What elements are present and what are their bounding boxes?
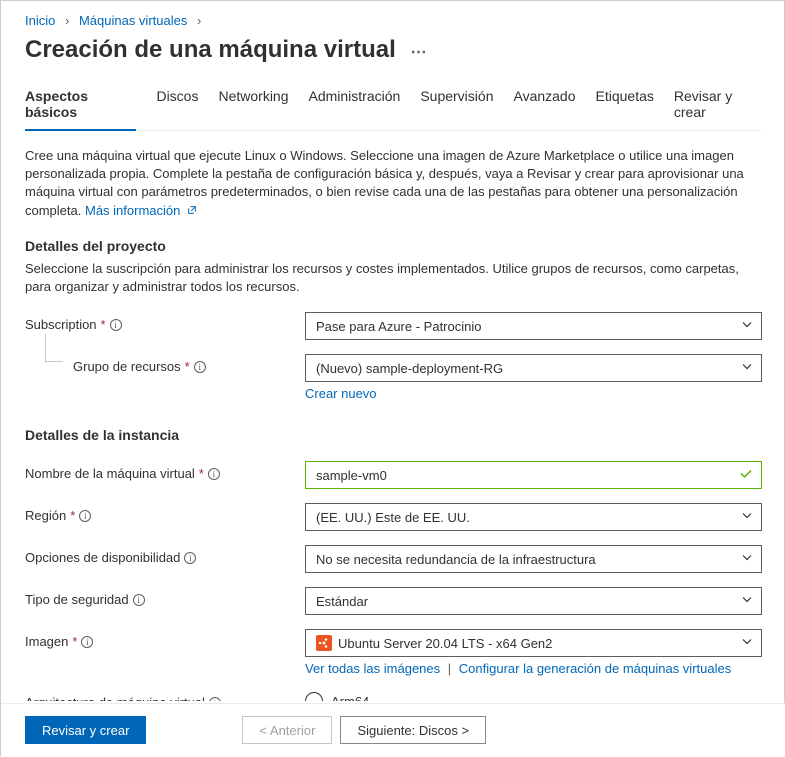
resource-group-label: Grupo de recursos * i — [25, 354, 305, 374]
external-link-icon — [187, 202, 197, 212]
resource-group-select[interactable]: (Nuevo) sample-deployment-RG — [305, 354, 762, 382]
info-icon[interactable]: i — [184, 552, 196, 564]
chevron-down-icon — [741, 594, 753, 609]
required-indicator: * — [199, 466, 204, 481]
chevron-down-icon — [741, 361, 753, 376]
create-new-rg-link[interactable]: Crear nuevo — [305, 386, 377, 401]
required-indicator: * — [185, 359, 190, 374]
security-label-text: Tipo de seguridad — [25, 592, 129, 607]
breadcrumb-separator: › — [65, 13, 69, 28]
info-icon[interactable]: i — [79, 510, 91, 522]
tab-review[interactable]: Revisar y crear — [674, 80, 762, 130]
availability-select[interactable]: No se necesita redundancia de la infraes… — [305, 545, 762, 573]
required-indicator: * — [70, 508, 75, 523]
breadcrumb-separator: › — [197, 13, 201, 28]
next-button[interactable]: Siguiente: Discos > — [340, 716, 486, 744]
page-title-text: Creación de una máquina virtual — [25, 36, 396, 63]
availability-label-text: Opciones de disponibilidad — [25, 550, 180, 565]
architecture-label-text: Arquitectura de máquina virtual — [25, 695, 205, 701]
vm-name-input[interactable]: sample-vm0 — [305, 461, 762, 489]
configure-gen-link[interactable]: Configurar la generación de máquinas vir… — [459, 661, 731, 676]
region-label: Región * i — [25, 503, 305, 523]
security-value: Estándar — [316, 594, 368, 609]
tab-monitoring[interactable]: Supervisión — [420, 80, 493, 130]
arch-arm64-label: Arm64 — [331, 694, 369, 701]
tab-management[interactable]: Administración — [309, 80, 401, 130]
link-separator: | — [448, 661, 451, 676]
tab-basics[interactable]: Aspectos básicos — [25, 80, 136, 130]
subscription-value: Pase para Azure - Patrocinio — [316, 319, 481, 334]
tab-disks[interactable]: Discos — [156, 80, 198, 130]
indent-line — [45, 334, 63, 362]
see-all-images-link[interactable]: Ver todas las imágenes — [305, 661, 440, 676]
review-create-button[interactable]: Revisar y crear — [25, 716, 146, 744]
resource-group-value: (Nuevo) sample-deployment-RG — [316, 361, 503, 376]
resource-group-label-text: Grupo de recursos — [73, 359, 181, 374]
previous-button[interactable]: < Anterior — [242, 716, 332, 744]
architecture-radio-group: Arm64 x64 — [305, 690, 762, 701]
vm-name-value: sample-vm0 — [316, 468, 387, 483]
region-select[interactable]: (EE. UU.) Este de EE. UU. — [305, 503, 762, 531]
tab-advanced[interactable]: Avanzado — [513, 80, 575, 130]
arch-arm64-radio[interactable]: Arm64 — [305, 692, 762, 701]
info-icon[interactable]: i — [110, 319, 122, 331]
instance-details-title: Detalles de la instancia — [25, 427, 762, 443]
check-icon — [739, 467, 753, 484]
security-select[interactable]: Estándar — [305, 587, 762, 615]
chevron-down-icon — [741, 636, 753, 651]
architecture-label: Arquitectura de máquina virtual i — [25, 690, 305, 701]
page-title: Creación de una máquina virtual ⋯ — [25, 36, 762, 64]
tab-tags[interactable]: Etiquetas — [596, 80, 654, 130]
info-icon[interactable]: i — [194, 361, 206, 373]
info-icon[interactable]: i — [209, 697, 221, 701]
radio-icon — [305, 692, 323, 701]
vm-name-label: Nombre de la máquina virtual * i — [25, 461, 305, 481]
subscription-label: Subscription * i — [25, 312, 305, 332]
subscription-select[interactable]: Pase para Azure - Patrocinio — [305, 312, 762, 340]
availability-value: No se necesita redundancia de la infraes… — [316, 552, 596, 567]
info-icon[interactable]: i — [81, 636, 93, 648]
project-details-desc: Seleccione la suscripción para administr… — [25, 260, 762, 296]
region-value: (EE. UU.) Este de EE. UU. — [316, 510, 470, 525]
tabs: Aspectos básicos Discos Networking Admin… — [25, 80, 762, 131]
breadcrumb-home[interactable]: Inicio — [25, 13, 55, 28]
image-select[interactable]: Ubuntu Server 20.04 LTS - x64 Gen2 — [305, 629, 762, 657]
chevron-down-icon — [741, 552, 753, 567]
security-label: Tipo de seguridad i — [25, 587, 305, 607]
more-info-link[interactable]: Más información — [85, 203, 197, 218]
breadcrumb-vms[interactable]: Máquinas virtuales — [79, 13, 187, 28]
required-indicator: * — [101, 317, 106, 332]
required-indicator: * — [72, 634, 77, 649]
more-info-label: Más información — [85, 203, 180, 218]
chevron-down-icon — [741, 510, 753, 525]
image-label-text: Imagen — [25, 634, 68, 649]
vm-name-label-text: Nombre de la máquina virtual — [25, 466, 195, 481]
ubuntu-icon — [316, 635, 332, 651]
image-value: Ubuntu Server 20.04 LTS - x64 Gen2 — [338, 636, 552, 651]
breadcrumb: Inicio › Máquinas virtuales › — [25, 13, 762, 28]
footer: Revisar y crear < Anterior Siguiente: Di… — [1, 703, 785, 757]
project-details-title: Detalles del proyecto — [25, 238, 762, 254]
chevron-down-icon — [741, 319, 753, 334]
availability-label: Opciones de disponibilidad i — [25, 545, 305, 565]
region-label-text: Región — [25, 508, 66, 523]
more-actions-icon[interactable]: ⋯ — [410, 44, 426, 61]
info-icon[interactable]: i — [208, 468, 220, 480]
intro-text: Cree una máquina virtual que ejecute Lin… — [25, 147, 762, 220]
subscription-label-text: Subscription — [25, 317, 97, 332]
tab-networking[interactable]: Networking — [218, 80, 288, 130]
image-label: Imagen * i — [25, 629, 305, 649]
info-icon[interactable]: i — [133, 594, 145, 606]
